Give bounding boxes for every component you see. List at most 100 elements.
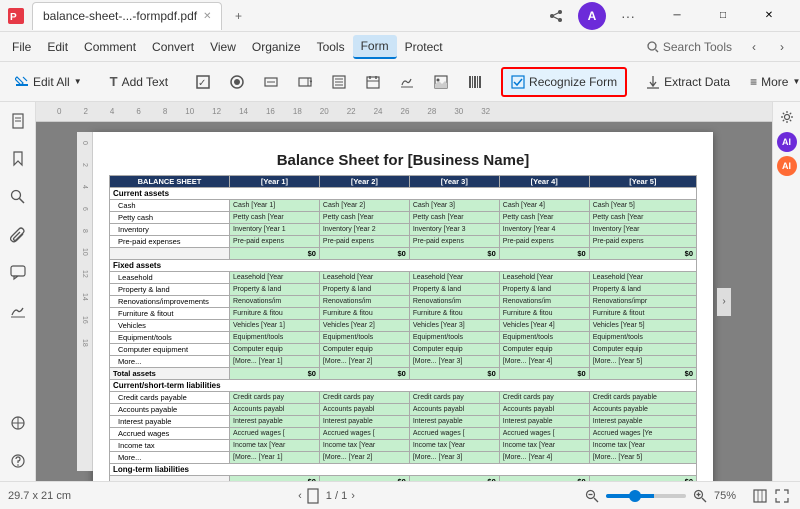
image-button[interactable] xyxy=(425,67,457,97)
cell-y4: Leasehold [Year xyxy=(499,272,589,284)
zoom-slider[interactable] xyxy=(606,494,686,498)
extract-data-button[interactable]: Extract Data xyxy=(637,67,739,97)
col-header-year4: [Year 4] xyxy=(499,176,589,188)
panel-icon-bookmarks[interactable] xyxy=(2,143,34,175)
cell-y5: Interest payable xyxy=(589,416,696,428)
total-cell: $0 xyxy=(409,368,499,380)
section-current-assets: Current assets xyxy=(110,188,697,200)
section-fixed-assets: Fixed assets xyxy=(110,260,697,272)
forward-icon[interactable]: › xyxy=(768,33,796,61)
section-label-current-assets: Current assets xyxy=(110,188,697,200)
cell-y1: Cash [Year 1] xyxy=(230,200,320,212)
row-label: Property & land xyxy=(110,284,230,296)
cell-y2: [More... [Year 2] xyxy=(319,356,409,368)
table-row: Equipment/tools Equipment/tools Equipmen… xyxy=(110,332,697,344)
menu-file[interactable]: File xyxy=(4,36,39,58)
settings-icon[interactable] xyxy=(776,106,798,128)
zoom-out-button[interactable] xyxy=(582,486,602,506)
menu-tools[interactable]: Tools xyxy=(309,36,353,58)
cell-y1: Computer equip xyxy=(230,344,320,356)
list-box-button[interactable] xyxy=(323,67,355,97)
edit-all-button[interactable]: Edit All ▼ xyxy=(6,67,91,97)
bottom-bar: 29.7 x 21 cm ‹ 1 / 1 › 75% xyxy=(0,481,800,509)
more-button[interactable]: ≡ More ▼ xyxy=(741,67,800,97)
svg-text:▼: ▼ xyxy=(309,79,313,85)
ai-badge-secondary[interactable]: AI xyxy=(777,156,797,176)
section-current-liabilities: Current/short-term liabilities xyxy=(110,380,697,392)
balance-sheet-table: BALANCE SHEET [Year 1] [Year 2] [Year 3]… xyxy=(109,175,697,481)
table-header-row: BALANCE SHEET [Year 1] [Year 2] [Year 3]… xyxy=(110,176,697,188)
total-cell: $0 xyxy=(319,368,409,380)
panel-icon-pages[interactable] xyxy=(2,105,34,137)
fit-page-button[interactable] xyxy=(750,486,770,506)
search-tools-button[interactable]: Search Tools xyxy=(639,40,740,54)
row-label: Renovations/improvements xyxy=(110,296,230,308)
panel-icon-attachments[interactable] xyxy=(2,219,34,251)
page-next-button[interactable]: › xyxy=(351,490,355,502)
doc-area[interactable]: 0 2 4 6 8 10 12 14 16 18 Balance Sheet f… xyxy=(36,122,772,481)
cell-y3: Furniture & fitou xyxy=(409,308,499,320)
table-row: Pre-paid expenses Pre-paid expens Pre-pa… xyxy=(110,236,697,248)
panel-icon-navigate[interactable] xyxy=(2,407,34,439)
checkbox-button[interactable]: ✓ xyxy=(187,67,219,97)
menu-comment[interactable]: Comment xyxy=(76,36,144,58)
menu-edit[interactable]: Edit xyxy=(39,36,76,58)
total-cell: $0 xyxy=(319,248,409,260)
panel-icon-comments[interactable] xyxy=(2,257,34,289)
panel-icon-search[interactable] xyxy=(2,181,34,213)
fullscreen-button[interactable] xyxy=(772,486,792,506)
signature-button[interactable] xyxy=(391,67,423,97)
panel-icon-help[interactable] xyxy=(2,445,34,477)
zoom-in-button[interactable] xyxy=(690,486,710,506)
active-tab[interactable]: balance-sheet-...-formpdf.pdf ✕ xyxy=(32,2,222,30)
menu-protect[interactable]: Protect xyxy=(397,36,451,58)
more-options-icon[interactable]: ··· xyxy=(614,2,642,30)
date-field-button[interactable] xyxy=(357,67,389,97)
back-icon[interactable]: ‹ xyxy=(740,33,768,61)
cell-y2: Equipment/tools xyxy=(319,332,409,344)
ai-badge-primary[interactable]: AI xyxy=(777,132,797,152)
share-icon[interactable] xyxy=(542,2,570,30)
minimize-button[interactable]: ─ xyxy=(654,0,700,32)
ruler-numbers: 0 2 4 6 8 10 12 14 16 18 20 22 24 26 28 … xyxy=(52,107,772,116)
cell-y3: Vehicles [Year 3] xyxy=(409,320,499,332)
menu-organize[interactable]: Organize xyxy=(244,36,309,58)
recognize-form-button[interactable]: Recognize Form xyxy=(501,67,627,97)
row-label: Income tax xyxy=(110,440,230,452)
ai-badge-label: AI xyxy=(782,137,791,147)
menu-view[interactable]: View xyxy=(202,36,244,58)
cell-y1: Property & land xyxy=(230,284,320,296)
right-nav-arrow[interactable]: › xyxy=(717,288,731,316)
page-prev-button[interactable]: ‹ xyxy=(298,490,302,502)
new-tab-button[interactable]: + xyxy=(226,4,250,28)
row-label: Vehicles xyxy=(110,320,230,332)
table-row-total: $0 $0 $0 $0 $0 xyxy=(110,248,697,260)
section-long-term-liabilities: Long-term liabilities xyxy=(110,464,697,476)
maximize-button[interactable]: □ xyxy=(700,0,746,32)
right-icons-panel: AI AI xyxy=(772,102,800,481)
account-avatar[interactable]: A xyxy=(578,2,606,30)
menu-convert[interactable]: Convert xyxy=(144,36,202,58)
menu-form[interactable]: Form xyxy=(353,35,397,59)
cell-y4: Cash [Year 4] xyxy=(499,200,589,212)
cell-y5: Renovations/impr xyxy=(589,296,696,308)
radio-button[interactable] xyxy=(221,67,253,97)
add-text-button[interactable]: T Add Text xyxy=(101,67,177,97)
cell-y4: Equipment/tools xyxy=(499,332,589,344)
panel-icon-signatures[interactable] xyxy=(2,295,34,327)
combo-box-button[interactable]: ▼ xyxy=(289,67,321,97)
tab-area: P balance-sheet-...-formpdf.pdf ✕ + xyxy=(8,2,542,30)
cell-y4: Computer equip xyxy=(499,344,589,356)
close-tab-icon[interactable]: ✕ xyxy=(203,11,211,22)
close-button[interactable]: ✕ xyxy=(746,0,792,32)
cell-y4: [More... [Year 4] xyxy=(499,356,589,368)
cell-y5: Computer equip xyxy=(589,344,696,356)
cell-y2: Interest payable xyxy=(319,416,409,428)
row-label: Accrued wages xyxy=(110,428,230,440)
barcode-button[interactable] xyxy=(459,67,491,97)
text-field-button[interactable] xyxy=(255,67,287,97)
edit-all-arrow[interactable]: ▼ xyxy=(74,77,82,86)
cell-y4: Renovations/im xyxy=(499,296,589,308)
edit-icon xyxy=(15,75,29,89)
cell-y1: Accrued wages [ xyxy=(230,428,320,440)
